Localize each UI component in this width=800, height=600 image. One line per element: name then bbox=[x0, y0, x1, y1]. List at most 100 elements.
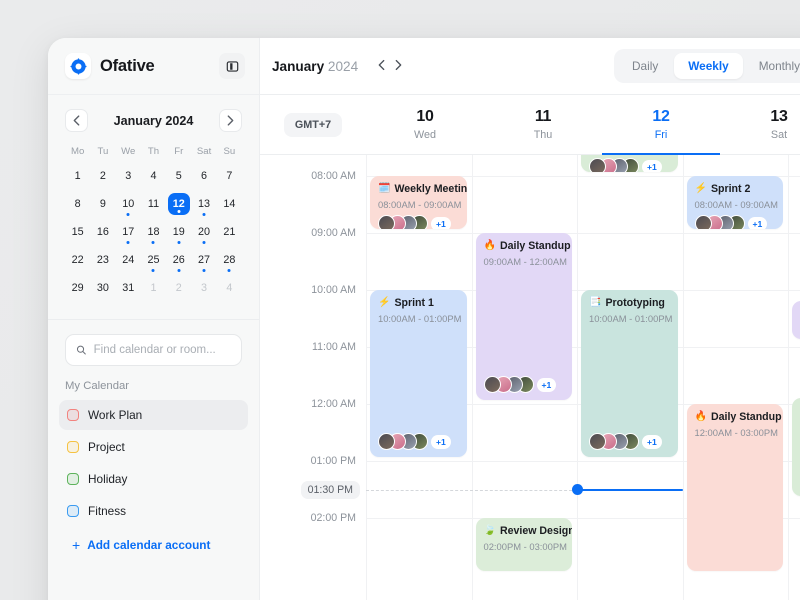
mini-day-selected[interactable]: 12 bbox=[166, 193, 191, 215]
calendar-item-label: Project bbox=[88, 440, 125, 454]
calendar-event[interactable]: ⚡Sprint 208:00AM - 09:00AM+1 bbox=[687, 176, 784, 229]
calendar-event-partial[interactable] bbox=[792, 398, 800, 496]
event-time-range: 10:00AM - 01:00PM bbox=[589, 313, 670, 324]
mini-day[interactable]: 4 bbox=[141, 165, 166, 187]
mini-day[interactable]: 3 bbox=[116, 165, 141, 187]
mini-day[interactable]: 2 bbox=[90, 165, 115, 187]
calendar-event[interactable]: 📑Prototyping10:00AM - 01:00PM+1 bbox=[581, 290, 678, 457]
calendar-item-work-plan[interactable]: Work Plan bbox=[59, 400, 248, 430]
mini-day[interactable]: 21 bbox=[217, 221, 242, 243]
mini-day[interactable]: 25 bbox=[141, 249, 166, 271]
search-input[interactable] bbox=[94, 344, 231, 356]
event-dot-indicator bbox=[127, 241, 130, 244]
mini-day[interactable]: 19 bbox=[166, 221, 191, 243]
fire-emoji: 🔥 bbox=[484, 240, 496, 253]
mini-weekday-sat: Sat bbox=[191, 146, 216, 165]
mini-day[interactable]: 16 bbox=[90, 221, 115, 243]
avatar-overflow-count: +1 bbox=[748, 217, 768, 229]
day-number: 13 bbox=[770, 108, 787, 126]
search-box[interactable] bbox=[65, 334, 242, 366]
day-number: 11 bbox=[535, 108, 551, 126]
calendar-event[interactable]: 📝Feedback Design07:00AM - 08:00PM+1 bbox=[581, 155, 678, 172]
add-calendar-account-label: Add calendar account bbox=[87, 538, 210, 552]
attendee-avatars[interactable]: +1 bbox=[378, 433, 451, 450]
avatar-overflow-count: +1 bbox=[431, 217, 451, 229]
calendar-event[interactable]: 🔥Daily Standup12:00AM - 03:00PM bbox=[687, 404, 784, 571]
week-grid: 08:00 AM09:00 AM10:00 AM11:00 AM12:00 AM… bbox=[260, 155, 800, 600]
mini-day[interactable]: 1 bbox=[141, 277, 166, 299]
mini-day[interactable]: 2 bbox=[166, 277, 191, 299]
mini-day-number: 9 bbox=[92, 193, 114, 215]
mini-day[interactable]: 9 bbox=[90, 193, 115, 215]
day-header-sat[interactable]: 13Sat bbox=[720, 95, 800, 154]
mini-next-month-button[interactable] bbox=[219, 109, 242, 132]
mini-day[interactable]: 4 bbox=[217, 277, 242, 299]
brand-name: Ofative bbox=[100, 57, 155, 76]
view-tab-monthly[interactable]: Monthly bbox=[745, 53, 800, 79]
calendar-event[interactable]: 🔥Daily Standup09:00AM - 12:00AM+1 bbox=[476, 233, 573, 400]
mini-day[interactable]: 29 bbox=[65, 277, 90, 299]
calendar-item-project[interactable]: Project bbox=[59, 432, 248, 462]
mini-day[interactable]: 15 bbox=[65, 221, 90, 243]
my-calendar-label: My Calendar bbox=[48, 374, 259, 398]
day-header-wed[interactable]: 10Wed bbox=[366, 95, 484, 154]
mini-day[interactable]: 27 bbox=[191, 249, 216, 271]
main-panel: January 2024 DailyWeeklyMonth bbox=[260, 38, 800, 600]
calendar-event[interactable]: 🗓️Weekly Meeting08:00AM - 09:00AM+1 bbox=[370, 176, 467, 229]
mini-day-number: 30 bbox=[92, 277, 114, 299]
mini-day[interactable]: 10 bbox=[116, 193, 141, 215]
add-calendar-account-button[interactable]: + Add calendar account bbox=[48, 528, 259, 552]
calendar-event[interactable]: ⚡Sprint 110:00AM - 01:00PM+1 bbox=[370, 290, 467, 457]
calendar-event[interactable]: 🍃Review Design02:00PM - 03:00PM bbox=[476, 518, 573, 571]
mini-weekday-tu: Tu bbox=[90, 146, 115, 165]
hour-gridline bbox=[366, 233, 800, 234]
mini-day[interactable]: 7 bbox=[217, 165, 242, 187]
mini-day[interactable]: 31 bbox=[116, 277, 141, 299]
day-header-fri[interactable]: 12Fri bbox=[602, 95, 720, 154]
tabs-emoji: 📑 bbox=[589, 297, 601, 310]
mini-day[interactable]: 13 bbox=[191, 193, 216, 215]
mini-day[interactable]: 23 bbox=[90, 249, 115, 271]
mini-day[interactable]: 3 bbox=[191, 277, 216, 299]
view-tab-weekly[interactable]: Weekly bbox=[674, 53, 742, 79]
calendar-item-fitness[interactable]: Fitness bbox=[59, 496, 248, 526]
mini-day[interactable]: 30 bbox=[90, 277, 115, 299]
next-period-button[interactable] bbox=[395, 59, 402, 74]
mini-day[interactable]: 1 bbox=[65, 165, 90, 187]
attendee-avatars[interactable]: +1 bbox=[378, 215, 459, 229]
mini-day[interactable]: 18 bbox=[141, 221, 166, 243]
calendar-item-holiday[interactable]: Holiday bbox=[59, 464, 248, 494]
mini-day[interactable]: 6 bbox=[191, 165, 216, 187]
day-header-thu[interactable]: 11Thu bbox=[484, 95, 602, 154]
day-column-divider bbox=[577, 155, 578, 600]
time-label: 09:00 AM bbox=[311, 227, 356, 239]
sidebar-panel-icon[interactable] bbox=[219, 53, 245, 79]
event-title: 🔥Daily Standup bbox=[695, 411, 776, 424]
event-time-range: 08:00AM - 09:00AM bbox=[378, 199, 459, 210]
mini-day[interactable]: 24 bbox=[116, 249, 141, 271]
mini-day[interactable]: 22 bbox=[65, 249, 90, 271]
event-title-text: Sprint 1 bbox=[394, 297, 433, 310]
mini-day[interactable]: 28 bbox=[217, 249, 242, 271]
prev-period-button[interactable] bbox=[378, 59, 385, 74]
mini-day-number: 21 bbox=[218, 221, 240, 243]
mini-day[interactable]: 14 bbox=[217, 193, 242, 215]
mini-day[interactable]: 26 bbox=[166, 249, 191, 271]
attendee-avatars[interactable]: +1 bbox=[589, 433, 662, 450]
gear-circle-icon bbox=[70, 58, 87, 75]
mini-prev-month-button[interactable] bbox=[65, 109, 88, 132]
mini-day[interactable]: 20 bbox=[191, 221, 216, 243]
mini-day[interactable]: 17 bbox=[116, 221, 141, 243]
mini-day[interactable]: 5 bbox=[166, 165, 191, 187]
view-tab-daily[interactable]: Daily bbox=[618, 53, 672, 79]
attendee-avatars[interactable]: +1 bbox=[589, 158, 670, 172]
calendar-event-partial[interactable] bbox=[792, 301, 800, 339]
mini-day-number: 13 bbox=[193, 193, 215, 215]
attendee-avatars[interactable]: +1 bbox=[695, 215, 776, 229]
mini-day[interactable]: 11 bbox=[141, 193, 166, 215]
time-label: 01:00 PM bbox=[311, 455, 356, 467]
mini-day[interactable]: 8 bbox=[65, 193, 90, 215]
day-column-divider bbox=[472, 155, 473, 600]
mini-calendar-days: 1234567891011121314151617181920212223242… bbox=[65, 165, 242, 305]
attendee-avatars[interactable]: +1 bbox=[484, 376, 557, 393]
